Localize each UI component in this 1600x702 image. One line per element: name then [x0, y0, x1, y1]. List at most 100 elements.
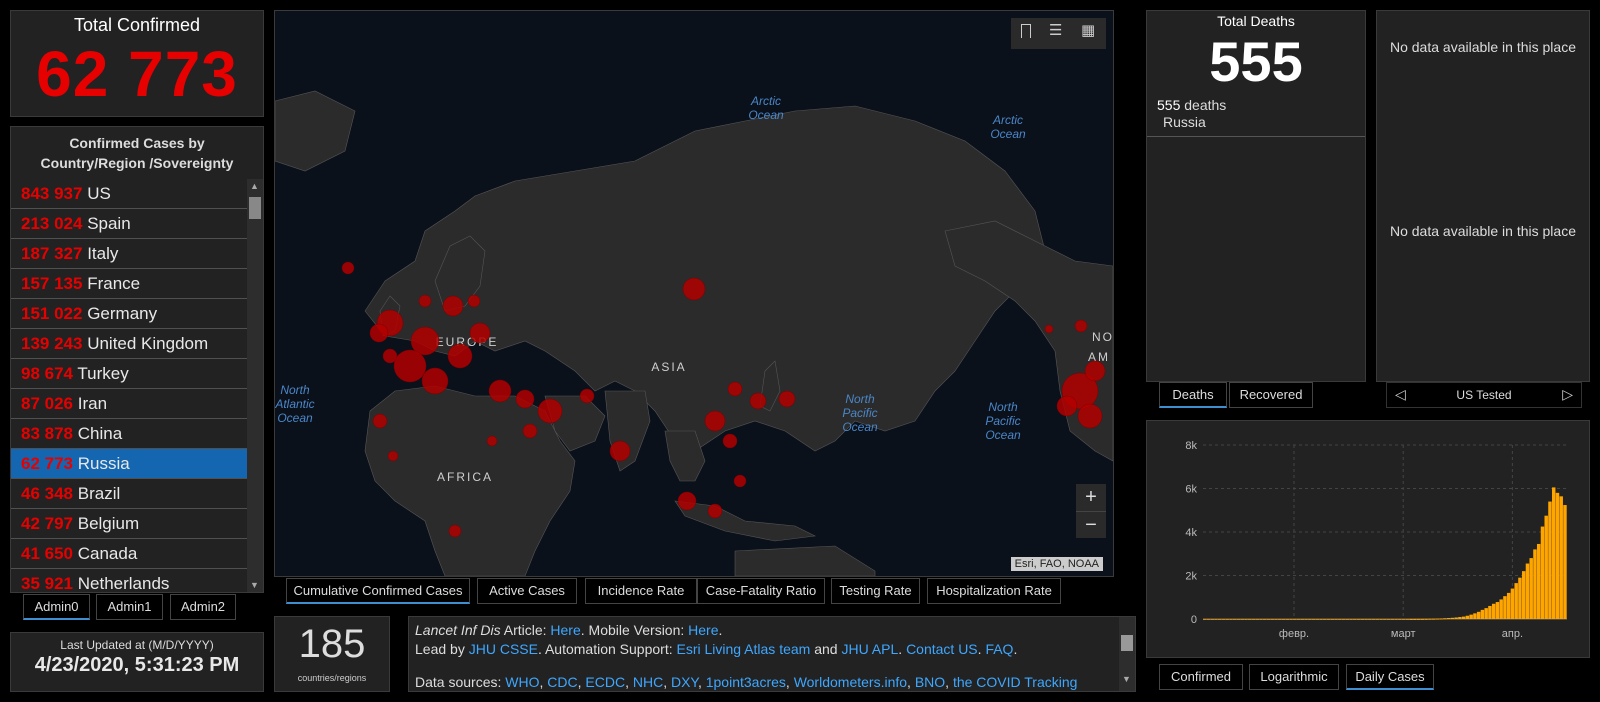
chart-bar[interactable] [1518, 577, 1522, 619]
country-row[interactable]: 157 135 France [11, 269, 251, 299]
world-map[interactable]: Arctic Ocean Arctic Ocean North Atlantic… [275, 11, 1113, 576]
tab-case-fatality-ratio[interactable]: Case-Fatality Ratio [697, 578, 825, 604]
country-row[interactable]: 151 022 Germany [11, 299, 251, 329]
country-row[interactable]: 62 773 Russia [11, 449, 251, 479]
chart-bar[interactable] [1450, 617, 1455, 619]
chart-bar[interactable] [1266, 619, 1271, 620]
chart-bar[interactable] [1563, 505, 1567, 619]
chart-bar[interactable] [1326, 619, 1331, 620]
chart-bar[interactable] [1521, 571, 1526, 619]
chart-bar[interactable] [1244, 619, 1248, 620]
chart-bar[interactable] [1533, 549, 1537, 619]
esri-living-atlas-link[interactable]: Esri Living Atlas team [676, 641, 810, 657]
chart-bar[interactable] [1424, 618, 1428, 620]
data-source-link[interactable]: ECDC [585, 674, 625, 690]
chart-bar[interactable] [1270, 619, 1274, 620]
country-list-scrollbar[interactable]: ▲ ▼ [247, 179, 263, 592]
country-row[interactable]: 35 921 Netherlands [11, 569, 251, 591]
chart-bar[interactable] [1499, 599, 1503, 619]
chart-bar[interactable] [1236, 619, 1241, 620]
chart-bar[interactable] [1488, 605, 1492, 619]
chart-bar[interactable] [1495, 602, 1500, 619]
chart-bar[interactable] [1229, 619, 1233, 620]
chart-bar[interactable] [1360, 619, 1365, 620]
chart-bar[interactable] [1383, 619, 1387, 620]
chart-bar[interactable] [1559, 496, 1563, 619]
tab-admin2[interactable]: Admin2 [170, 594, 236, 620]
data-source-link[interactable]: the COVID Tracking [953, 674, 1078, 690]
chart-bar[interactable] [1548, 501, 1552, 619]
map-panel[interactable]: Arctic Ocean Arctic Ocean North Atlantic… [274, 10, 1114, 577]
chart-bar[interactable] [1510, 588, 1515, 619]
scroll-up-icon[interactable]: ▲ [250, 181, 259, 191]
chart-bar[interactable] [1555, 492, 1560, 619]
info-scrollbar[interactable]: ▼ [1119, 617, 1135, 691]
chart-bar[interactable] [1240, 619, 1244, 620]
chart-bar[interactable] [1503, 596, 1507, 619]
data-source-link[interactable]: WHO [505, 674, 539, 690]
chart-bar[interactable] [1386, 619, 1391, 620]
chart-bar[interactable] [1536, 543, 1541, 619]
tab-incidence-rate[interactable]: Incidence Rate [585, 578, 697, 604]
data-source-link[interactable]: 1point3acres [706, 674, 786, 690]
chart-bar[interactable] [1409, 618, 1413, 620]
country-row[interactable]: 83 878 China [11, 419, 251, 449]
chart-bar[interactable] [1308, 619, 1312, 620]
chart-bar[interactable] [1368, 619, 1372, 620]
chart-bar[interactable] [1540, 526, 1545, 619]
chart-bar[interactable] [1293, 619, 1297, 620]
chart-bar[interactable] [1356, 619, 1361, 620]
chart-bar[interactable] [1458, 617, 1462, 619]
chart-bar[interactable] [1544, 515, 1548, 619]
chart-bar[interactable] [1349, 619, 1353, 620]
chart-bar[interactable] [1255, 619, 1259, 620]
chart-bar[interactable] [1480, 609, 1485, 619]
tab-admin1[interactable]: Admin1 [96, 594, 163, 620]
zoom-out-button[interactable]: − [1076, 512, 1106, 538]
chart-bar[interactable] [1210, 619, 1214, 620]
chart-bar[interactable] [1476, 611, 1481, 619]
chart-bar[interactable] [1338, 619, 1342, 620]
chart-bar[interactable] [1420, 618, 1425, 620]
chart-bar[interactable] [1334, 619, 1338, 620]
chart-bar[interactable] [1551, 487, 1556, 619]
data-source-link[interactable]: DXY [671, 674, 698, 690]
chart-bar[interactable] [1214, 619, 1218, 620]
chart-bar[interactable] [1443, 618, 1447, 620]
info-scroll-down-icon[interactable]: ▼ [1122, 670, 1131, 689]
tab-cumulative-confirmed[interactable]: Cumulative Confirmed Cases [286, 578, 470, 604]
chart-bar[interactable] [1304, 619, 1308, 620]
zoom-in-button[interactable]: + [1076, 484, 1106, 512]
chart-bar[interactable] [1413, 618, 1417, 620]
country-row[interactable]: 187 327 Italy [11, 239, 251, 269]
chart-bar[interactable] [1379, 619, 1383, 620]
country-row[interactable]: 87 026 Iran [11, 389, 251, 419]
chart-bar[interactable] [1371, 619, 1376, 620]
chevron-right-icon[interactable]: ▷ [1562, 386, 1573, 403]
country-row[interactable]: 98 674 Turkey [11, 359, 251, 389]
contact-us-link[interactable]: Contact US [906, 641, 978, 657]
mobile-version-link[interactable]: Here [688, 622, 718, 638]
chart-bar[interactable] [1514, 583, 1518, 619]
chart-bar[interactable] [1401, 619, 1406, 620]
chart-bar[interactable] [1465, 615, 1470, 619]
chart-bar[interactable] [1296, 619, 1301, 620]
country-list[interactable]: 843 937 US 213 024 Spain 187 327 Italy 157 … [11, 179, 251, 591]
chart-bar[interactable] [1319, 619, 1323, 620]
chart-bar[interactable] [1461, 616, 1466, 619]
chart-bar[interactable] [1285, 619, 1290, 620]
chart-bar[interactable] [1435, 618, 1440, 620]
chart-bar[interactable] [1390, 619, 1395, 620]
tab-hospitalization-rate[interactable]: Hospitalization Rate [927, 578, 1061, 604]
chart-bar[interactable] [1405, 619, 1410, 620]
chart-bar[interactable] [1248, 619, 1252, 620]
daily-cases-chart[interactable]: 0 2k 4k 6k 8k февр. март апр. [1147, 421, 1589, 657]
chart-bar[interactable] [1251, 619, 1256, 620]
tab-chart-daily-cases[interactable]: Daily Cases [1346, 664, 1434, 690]
tab-admin0[interactable]: Admin0 [23, 594, 90, 620]
chart-bar[interactable] [1341, 619, 1346, 620]
chart-bar[interactable] [1300, 619, 1305, 620]
tab-deaths[interactable]: Deaths [1159, 382, 1227, 408]
data-source-link[interactable]: Worldometers.info [794, 674, 907, 690]
chart-bar[interactable] [1428, 618, 1432, 620]
